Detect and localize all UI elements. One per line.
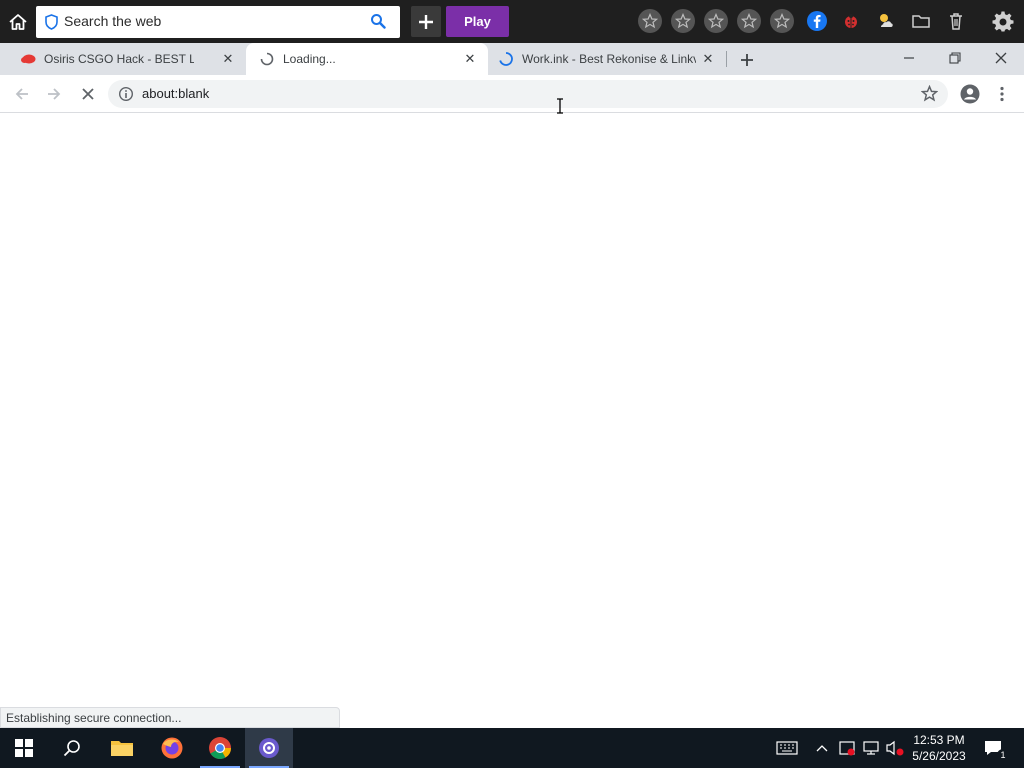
firefox-icon[interactable] (148, 728, 196, 768)
address-bar[interactable]: about:blank (108, 80, 948, 108)
kebab-menu-icon (1000, 86, 1004, 102)
stop-loading-button[interactable] (76, 82, 100, 106)
screen: Search the web Play Osiris CSGO Hack - B… (0, 0, 1024, 768)
web-search-input[interactable]: Search the web (36, 6, 400, 38)
close-icon (995, 52, 1007, 64)
favorite-star-icon[interactable] (770, 9, 794, 33)
keyboard-icon[interactable] (772, 728, 802, 768)
shield-icon (44, 14, 59, 35)
profile-button[interactable] (958, 82, 982, 106)
taskbar: 12:53 PM 5/26/2023 1 (0, 728, 1024, 768)
folder-icon[interactable] (910, 10, 932, 32)
favorite-star-icon[interactable] (737, 9, 761, 33)
play-button[interactable]: Play (446, 6, 509, 37)
tab-close-icon[interactable]: ✕ (700, 51, 716, 67)
forward-button[interactable] (42, 82, 66, 106)
url-text: about:blank (142, 86, 210, 101)
tab-title: Loading... (283, 52, 336, 66)
back-arrow-icon (15, 88, 28, 100)
text-cursor-icon (556, 98, 564, 119)
tab-close-icon[interactable]: ✕ (220, 51, 236, 67)
navigation-bar: about:blank (0, 75, 1024, 113)
tab-close-icon[interactable]: ✕ (462, 51, 478, 67)
gear-icon[interactable] (992, 10, 1014, 32)
plus-icon (741, 54, 753, 66)
tab-loading[interactable]: Loading... ✕ (246, 43, 488, 75)
restore-button[interactable] (932, 43, 978, 73)
clock-time: 12:53 PM (913, 733, 965, 747)
windows-start-icon[interactable] (0, 728, 48, 768)
favorite-star-icon[interactable] (638, 9, 662, 33)
notifications-icon[interactable]: 1 (978, 728, 1009, 768)
loading-ring-icon (498, 51, 514, 70)
tab-separator (726, 51, 727, 67)
tab-osiris[interactable]: Osiris CSGO Hack - BEST Legit Ch ✕ (0, 43, 246, 75)
search-placeholder: Search the web (64, 13, 162, 29)
chevron-up-icon[interactable] (812, 728, 832, 768)
favorite-star-icon[interactable] (704, 9, 728, 33)
network-icon[interactable] (860, 728, 882, 768)
top-toolbar: Search the web Play (0, 0, 1024, 43)
stop-icon (82, 88, 94, 100)
back-button[interactable] (10, 82, 34, 106)
red-cloud-icon (20, 53, 36, 68)
new-tab-button[interactable] (738, 51, 756, 69)
tab-workink[interactable]: Work.ink - Best Rekonise & Linkv ✕ (488, 43, 726, 75)
notification-count-badge: 1 (997, 749, 1009, 761)
menu-button[interactable] (990, 82, 1014, 106)
favorite-star-icon[interactable] (671, 9, 695, 33)
status-text: Establishing secure connection... (0, 707, 340, 728)
chrome-icon[interactable] (196, 728, 244, 768)
clock-date: 5/26/2023 (912, 749, 966, 763)
close-window-button[interactable] (978, 43, 1024, 73)
restore-icon (949, 52, 961, 64)
plus-icon (419, 14, 433, 29)
minimize-button[interactable] (886, 43, 932, 73)
profile-icon (960, 84, 980, 104)
bookmark-star-icon[interactable] (920, 84, 939, 107)
browser-app-icon[interactable] (245, 728, 293, 768)
facebook-icon[interactable] (806, 10, 828, 32)
trash-icon[interactable] (945, 10, 967, 32)
security-shield-icon[interactable] (836, 728, 858, 768)
spinner-icon (260, 52, 274, 69)
info-icon[interactable] (118, 86, 134, 107)
tab-title: Osiris CSGO Hack - BEST Legit Ch (44, 52, 194, 66)
tab-strip: Osiris CSGO Hack - BEST Legit Ch ✕ Loadi… (0, 43, 1024, 75)
search-icon[interactable] (48, 728, 96, 768)
tab-title: Work.ink - Best Rekonise & Linkv (522, 52, 696, 66)
minimize-icon (904, 57, 914, 59)
volume-muted-icon[interactable] (884, 728, 906, 768)
weather-icon[interactable] (875, 10, 897, 32)
system-clock[interactable]: 12:53 PM 5/26/2023 (906, 732, 972, 764)
ladybug-icon[interactable] (840, 10, 862, 32)
page-content (0, 113, 1024, 728)
file-explorer-icon[interactable] (98, 728, 146, 768)
search-icon[interactable] (370, 13, 386, 34)
home-icon[interactable] (6, 10, 30, 34)
forward-arrow-icon (48, 88, 61, 100)
add-shortcut-button[interactable] (411, 6, 441, 37)
